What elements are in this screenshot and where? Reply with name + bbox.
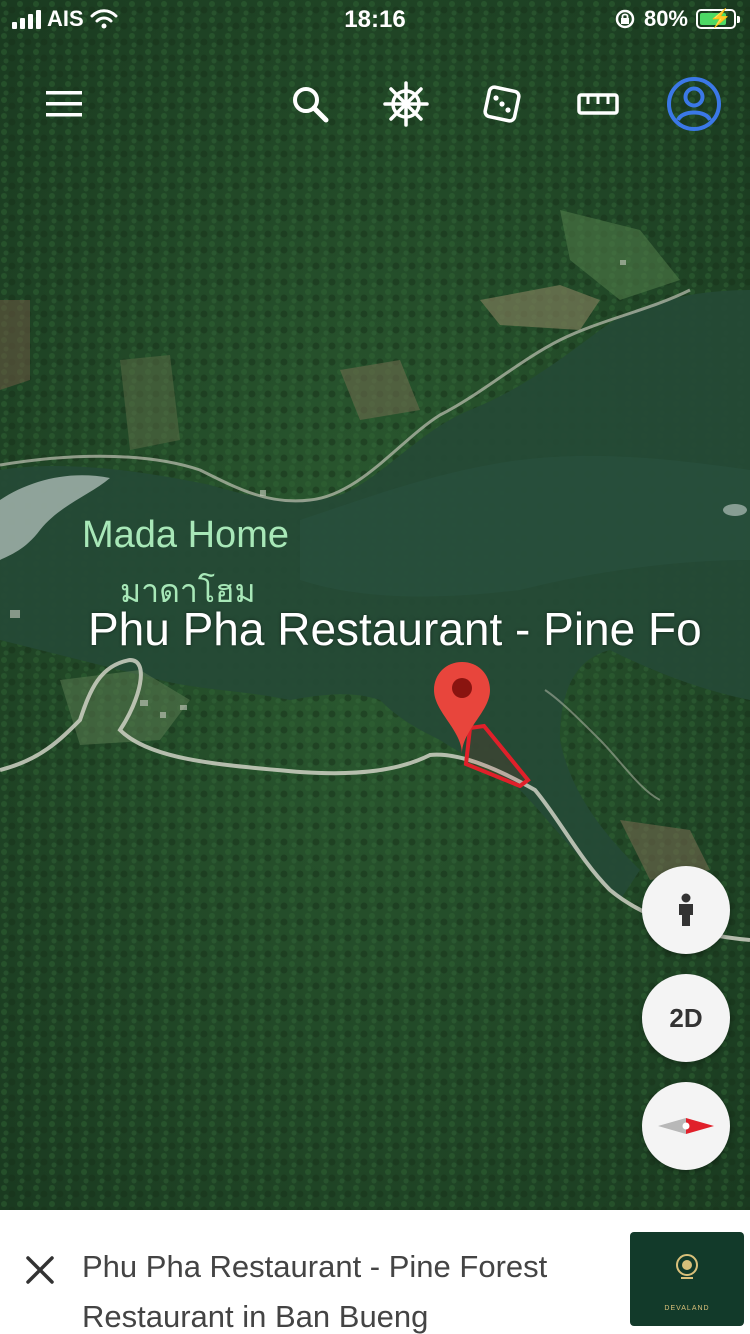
random-place-button[interactable] (470, 72, 534, 136)
voyager-button[interactable] (374, 72, 438, 136)
measure-button[interactable] (566, 72, 630, 136)
search-icon (293, 87, 329, 123)
compass-button[interactable] (642, 1082, 730, 1170)
person-icon (679, 893, 693, 926)
search-button[interactable] (278, 72, 342, 136)
account-icon (667, 77, 721, 131)
lion-logo-icon (676, 1254, 698, 1279)
compass-icon (658, 1118, 714, 1134)
satellite-map[interactable]: Mada Home มาดาโฮม Phu Pha Restaurant - P… (0, 0, 750, 1210)
menu-icon (46, 91, 82, 117)
voyager-wheel-icon (383, 81, 429, 127)
view-mode-button[interactable]: 2D (642, 974, 730, 1062)
close-button[interactable] (20, 1250, 60, 1290)
ruler-icon (577, 93, 619, 115)
place-bottom-sheet[interactable]: Phu Pha Restaurant - Pine Forest Restaur… (0, 1210, 750, 1334)
dice-icon (483, 85, 521, 123)
status-right: 80% ⚡ (614, 6, 740, 32)
rotation-lock-icon (615, 9, 635, 29)
map-label-selected-place[interactable]: Phu Pha Restaurant - Pine Fo (88, 602, 702, 656)
location-pin-icon[interactable] (431, 660, 493, 756)
close-icon (26, 1256, 54, 1284)
app-root: Mada Home มาดาโฮม Phu Pha Restaurant - P… (0, 0, 750, 1334)
battery-charging-icon: ⚡ (696, 8, 740, 29)
map-label-mada-home[interactable]: Mada Home (82, 514, 289, 557)
top-toolbar (0, 72, 750, 136)
account-button[interactable] (662, 72, 726, 136)
thumbnail-brand: DEVALAND (664, 1305, 710, 1312)
status-bar: AIS 18:16 80% ⚡ (0, 0, 750, 44)
menu-button[interactable] (32, 72, 96, 136)
place-thumbnail[interactable]: DEVALAND (630, 1232, 744, 1326)
street-view-button[interactable] (642, 866, 730, 954)
battery-percent: 80% (643, 6, 688, 31)
place-title: Phu Pha Restaurant - Pine Forest Restaur… (82, 1249, 548, 1334)
